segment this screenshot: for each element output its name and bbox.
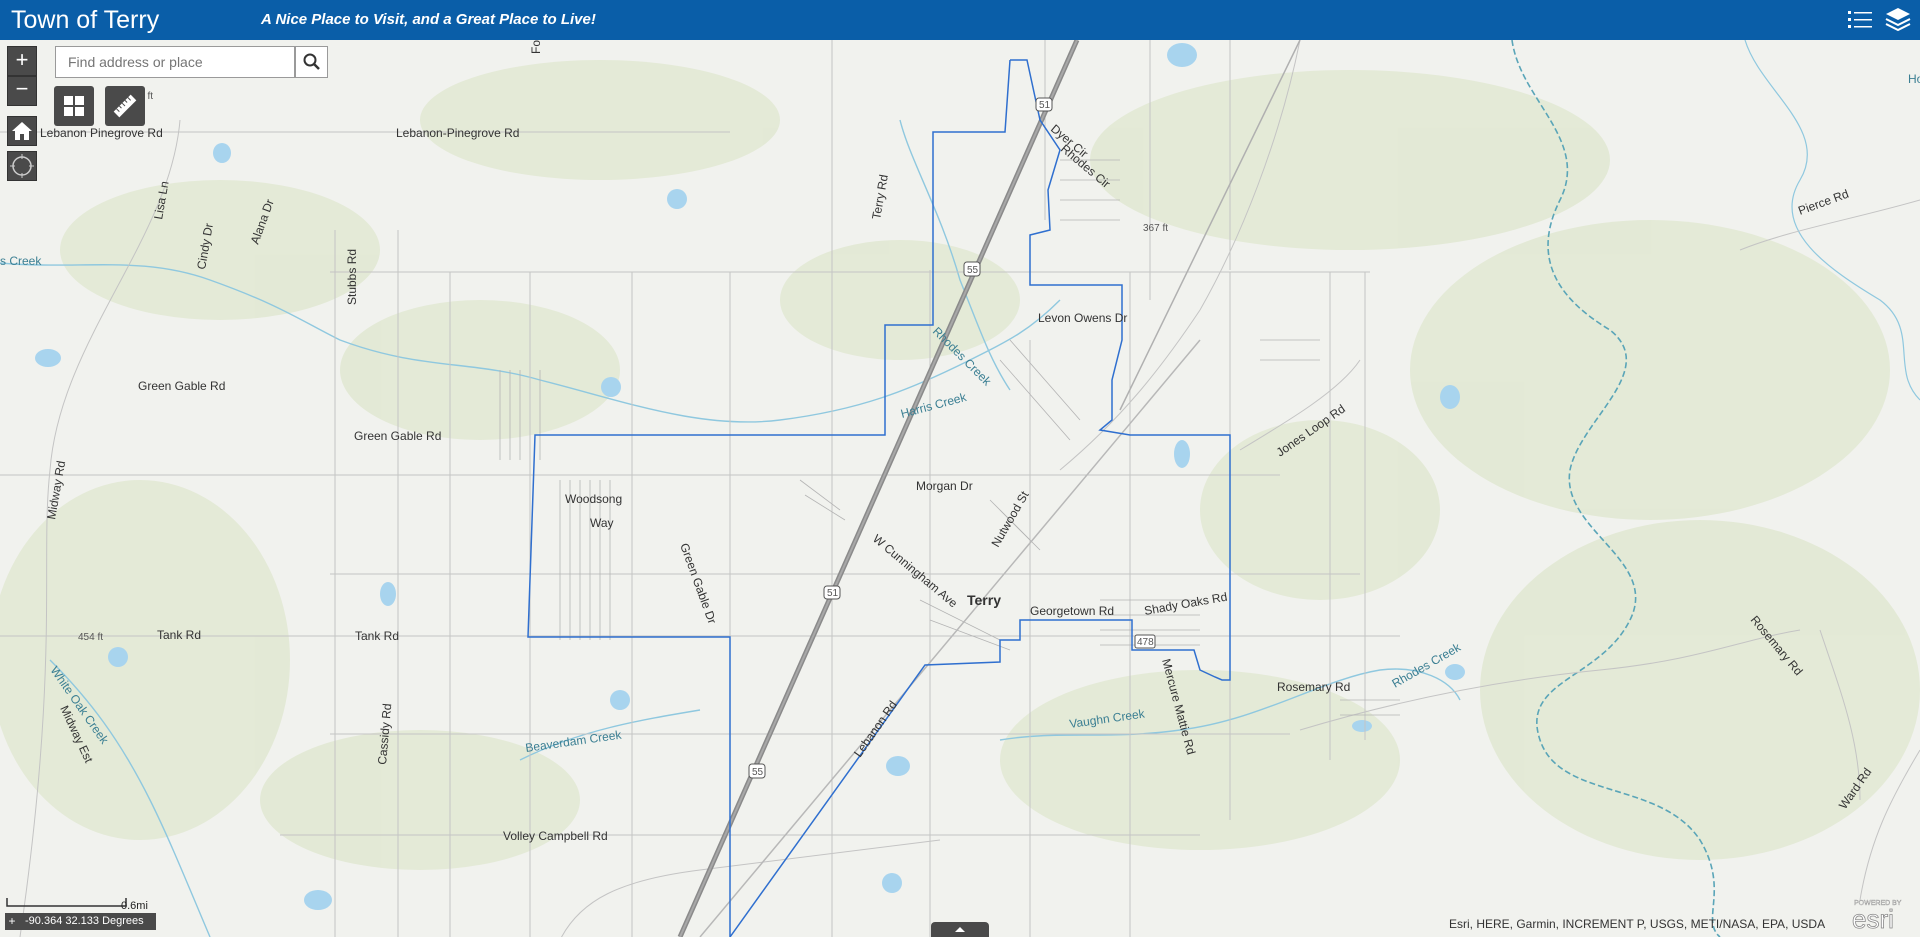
svg-text:55: 55 <box>967 265 979 276</box>
creek-label: Vaughn Creek <box>1068 706 1146 731</box>
chevron-up-icon <box>955 927 965 932</box>
scale-label: 0.6mi <box>121 900 148 912</box>
elevation-label: 367 ft <box>1143 223 1168 234</box>
creek-label: Beaverdam Creek <box>524 728 623 755</box>
road-label: Stubbs Rd <box>345 249 359 305</box>
town-label: Terry <box>967 592 1001 608</box>
map-attribution: Esri, HERE, Garmin, INCREMENT P, USGS, M… <box>1449 917 1826 931</box>
interstate-shield: 55 <box>748 763 766 779</box>
road-label: Lisa Ln <box>151 180 172 221</box>
road-label: Morgan Dr <box>916 479 973 493</box>
road-label: Ward Rd <box>1836 765 1874 811</box>
esri-logo: POWERED BY esri <box>1852 900 1902 932</box>
measure-icon <box>113 94 137 118</box>
zoom-in-button[interactable]: + <box>7 46 37 76</box>
home-icon <box>12 122 32 140</box>
road-label: Lebanon Rd <box>851 698 900 760</box>
road-label: Lebanon-Pinegrove Rd <box>396 126 519 140</box>
app-subtitle: A Nice Place to Visit, and a Great Place… <box>261 11 596 28</box>
creek-label: Rhodes Creek <box>1390 640 1464 691</box>
scale-bar <box>6 898 127 907</box>
map-view[interactable]: Lebanon Pinegrove Rd Lebanon-Pinegrove R… <box>0 40 1920 937</box>
road-label: W Cunningham Ave <box>870 532 960 611</box>
road-label: Lebanon Pinegrove Rd <box>40 126 163 140</box>
road-label: Shady Oaks Rd <box>1143 590 1228 618</box>
highway-shield: 478 <box>1134 634 1156 649</box>
elevation-label: 454 ft <box>78 632 103 643</box>
zoom-out-button[interactable]: − <box>7 76 37 106</box>
road-label: Jones Loop Rd <box>1274 402 1348 460</box>
creek-label: Rhodes Creek <box>930 324 995 389</box>
svg-text:51: 51 <box>1039 100 1051 111</box>
road-label: Woodsong <box>565 492 622 506</box>
road-label: Green Gable Rd <box>138 379 225 393</box>
road-label: Pierce Rd <box>1796 187 1850 218</box>
road-label: Tank Rd <box>157 628 201 642</box>
map-labels: Lebanon Pinegrove Rd Lebanon-Pinegrove R… <box>0 40 1920 843</box>
road-label: Midway Rd <box>44 460 68 521</box>
road-label: Mercure Mattie Rd <box>1159 657 1198 756</box>
road-label: Levon Owens Dr <box>1038 311 1127 325</box>
svg-text:478: 478 <box>1137 637 1154 648</box>
road-label: Alana Dr <box>248 197 277 246</box>
app-header: Town of Terry A Nice Place to Visit, and… <box>0 0 1920 40</box>
road-label: Cassidy Rd <box>375 703 394 765</box>
basemap-gallery-icon <box>64 96 84 116</box>
svg-text:esri: esri <box>1852 904 1894 932</box>
creek-label: s Creek <box>0 254 42 268</box>
road-label: Rosemary Rd <box>1277 680 1350 694</box>
road-label: Cindy Dr <box>194 222 216 270</box>
bottom-panel-toggle[interactable] <box>931 922 989 937</box>
road-label: Green Gable Dr <box>677 541 719 625</box>
svg-text:51: 51 <box>827 588 839 599</box>
coordinates-display: -90.364 32.133 Degrees <box>5 913 156 930</box>
search-input[interactable] <box>56 47 296 77</box>
road-label: Way <box>590 516 614 530</box>
road-label: Fo <box>529 40 543 54</box>
layers-icon <box>1885 8 1911 32</box>
search-button[interactable] <box>295 46 328 78</box>
road-label: Tank Rd <box>355 629 399 643</box>
measure-button[interactable] <box>105 86 145 126</box>
legend-list-button[interactable] <box>1845 5 1875 35</box>
app-title: Town of Terry <box>11 6 160 34</box>
road-label: Rosemary Rd <box>1748 613 1806 678</box>
highway-shield: 51 <box>823 585 841 600</box>
search-box <box>55 46 296 78</box>
creek-label: Harris Creek <box>899 390 969 421</box>
layers-button[interactable] <box>1883 5 1913 35</box>
list-icon <box>1848 11 1872 28</box>
coordinates-toggle-button[interactable]: + <box>5 913 19 930</box>
road-label: Volley Campbell Rd <box>503 829 608 843</box>
basemap-gallery-button[interactable] <box>54 86 94 126</box>
creek-label: Ho <box>1908 72 1920 86</box>
road-label: Terry Rd <box>869 173 891 220</box>
interstate-shield: 55 <box>963 261 981 277</box>
locate-icon <box>10 154 34 178</box>
home-button[interactable] <box>7 116 37 146</box>
highway-shield: 51 <box>1035 97 1053 112</box>
road-label: Nutwood St <box>988 488 1031 549</box>
svg-text:55: 55 <box>752 767 764 778</box>
search-icon <box>303 53 320 70</box>
locate-button[interactable] <box>7 151 37 181</box>
road-label: Green Gable Rd <box>354 429 441 443</box>
road-label: Georgetown Rd <box>1030 604 1114 618</box>
